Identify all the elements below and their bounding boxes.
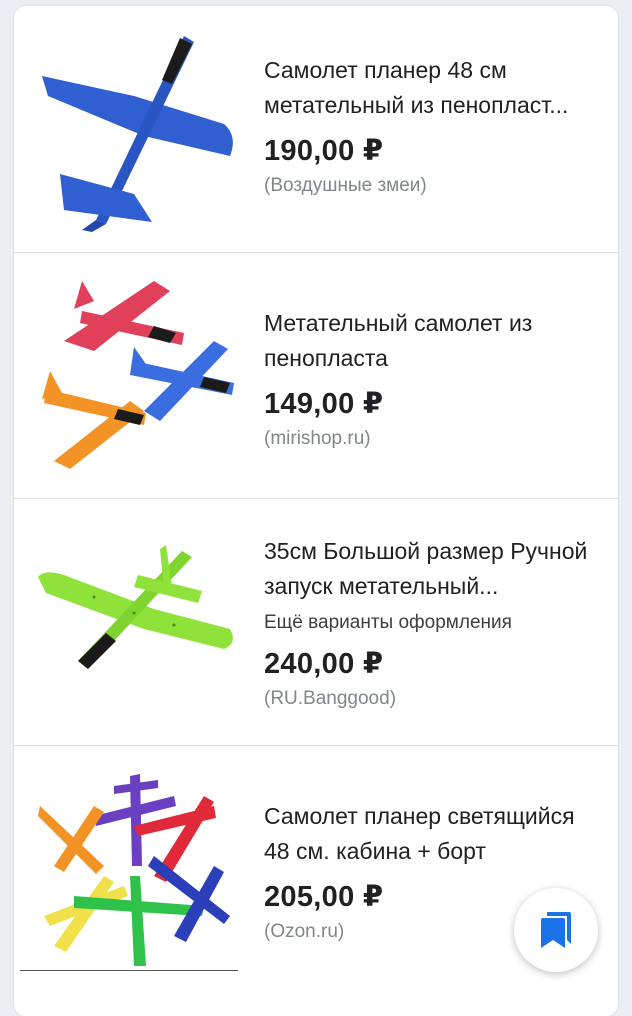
product-price: 149,00 ₽ [264,388,384,420]
product-source: (Воздушные змеи) [264,175,427,196]
product-title[interactable]: Самолет планер светящийся 48 см. кабина … [264,799,604,869]
three-planes-icon [42,281,234,469]
product-title[interactable]: 35см Большой размер Ручной запуск метате… [264,534,604,604]
product-title[interactable]: Метательный самолет из пенопласта [264,306,604,376]
product-image[interactable] [34,24,244,234]
list-item[interactable]: Самолет планер светящийся 48 см. кабина … [14,746,618,1006]
product-source: (mirishop.ru) [264,428,371,449]
list-item[interactable]: Метательный самолет из пенопласта 149,00… [14,253,618,499]
product-image[interactable] [34,517,244,727]
six-planes-icon [38,774,230,966]
product-image[interactable] [34,271,244,481]
list-item[interactable]: Самолет планер 48 см метательный из пено… [14,6,618,253]
more-variants-link[interactable]: Ещё варианты оформления [264,610,604,636]
product-title[interactable]: Самолет планер 48 см метательный из пено… [264,53,604,123]
green-glider-icon [38,545,233,669]
product-price: 240,00 ₽ [264,648,384,680]
results-card: Самолет планер 48 см метательный из пено… [14,6,618,1016]
blue-glider-icon [42,36,233,232]
product-price: 190,00 ₽ [264,135,384,167]
collections-button[interactable] [514,888,598,972]
bookmarks-icon [541,912,571,948]
divider [20,970,238,971]
product-image[interactable] [34,766,244,976]
product-source: (RU.Banggood) [264,688,397,709]
list-item[interactable]: 35см Большой размер Ручной запуск метате… [14,499,618,746]
